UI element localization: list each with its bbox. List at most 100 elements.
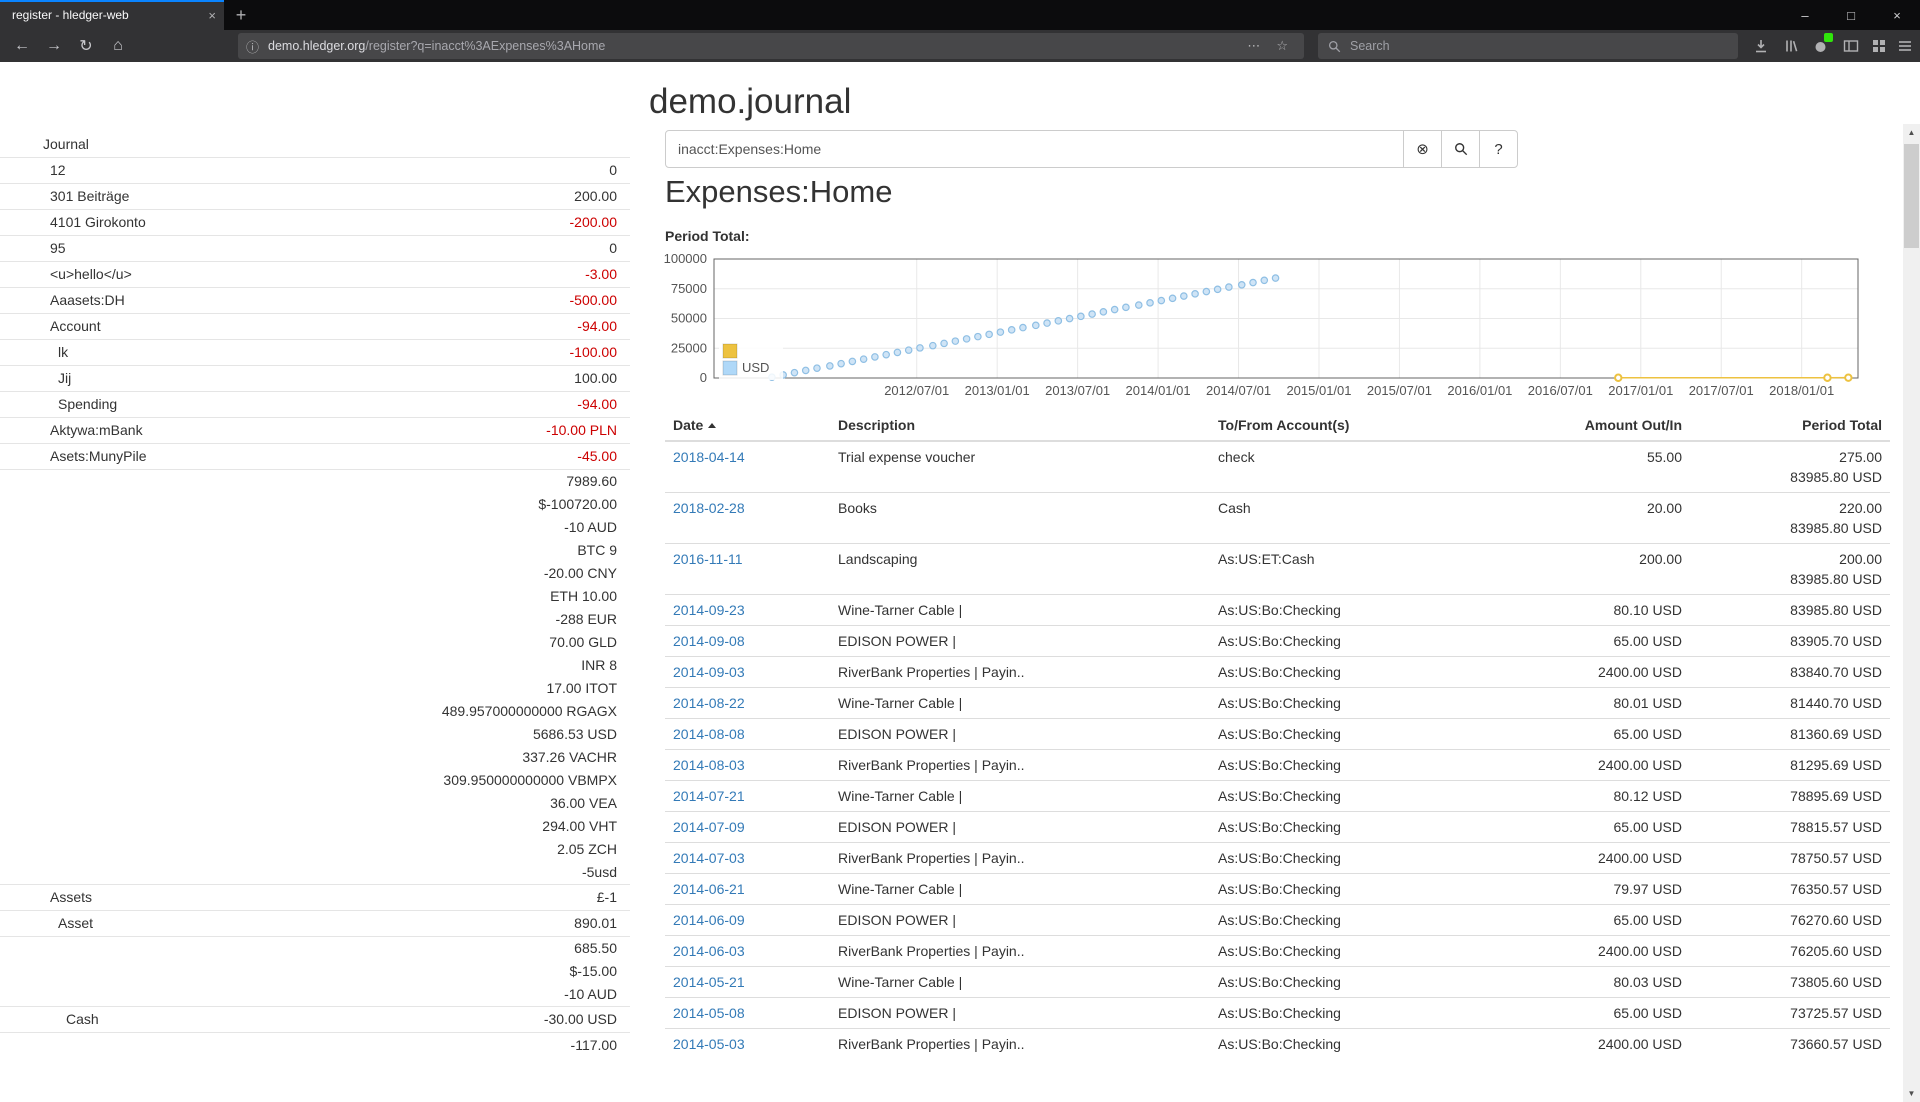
sidebar-account-link[interactable]: <u>hello</u>	[0, 262, 132, 287]
sidebar-row: Asets:MunyPile-45.00	[0, 443, 630, 469]
scrollbar-thumb[interactable]	[1904, 144, 1919, 248]
home-button[interactable]: ⌂	[104, 33, 132, 59]
y-axis-tick-label: 25000	[671, 340, 707, 355]
sidebar-row: 120	[0, 157, 630, 183]
sidebar-account-link[interactable]: 301 Beiträge	[0, 184, 129, 209]
query-input[interactable]	[665, 130, 1404, 168]
browser-search-field[interactable]: Search	[1318, 33, 1738, 59]
transaction-date-link[interactable]: 2014-09-23	[673, 602, 745, 618]
sidebar-balance: 685.50$-15.00-10 AUD	[58, 937, 630, 1006]
transaction-date-link[interactable]: 2014-05-08	[673, 1005, 745, 1021]
page-actions-icon[interactable]: ⋯	[1239, 38, 1268, 54]
column-header-period-total: Period Total	[1690, 410, 1890, 441]
transaction-date-link[interactable]: 2014-07-09	[673, 819, 745, 835]
forward-button[interactable]: →	[40, 33, 68, 59]
amount-cell: 65.00 USD	[1520, 812, 1690, 843]
description-cell: RiverBank Properties | Payin..	[830, 657, 1210, 688]
sidebar-balance: -500.00	[125, 288, 630, 313]
sidebar-balance: 0	[66, 158, 630, 183]
library-icon[interactable]	[1778, 33, 1804, 59]
bookmark-star-icon[interactable]: ☆	[1268, 38, 1296, 54]
sidebar-toggle-icon[interactable]	[1838, 33, 1864, 59]
sidebar-account-link[interactable]: 95	[0, 236, 66, 261]
date-cell: 2014-08-08	[665, 719, 830, 750]
grid-apps-icon[interactable]	[1866, 33, 1892, 59]
extension-icon[interactable]	[1808, 33, 1834, 59]
search-form: ⊗ ?	[665, 130, 1518, 168]
transaction-date-link[interactable]: 2014-06-09	[673, 912, 745, 928]
back-button[interactable]: ←	[8, 33, 36, 59]
chart-data-point	[827, 363, 833, 369]
scrollbar-down-icon[interactable]: ▼	[1903, 1085, 1920, 1102]
sidebar-account-link[interactable]: Asets:MunyPile	[0, 444, 146, 469]
minimize-button[interactable]: –	[1782, 0, 1828, 30]
amount-cell: 79.97 USD	[1520, 874, 1690, 905]
sidebar-account-link[interactable]: lk	[0, 340, 68, 365]
legend-swatch	[723, 361, 737, 375]
scrollbar-up-icon[interactable]: ▲	[1903, 124, 1920, 141]
tofrom-account-cell: As:US:Bo:Checking	[1210, 688, 1520, 719]
sort-by-date-link[interactable]: Date	[673, 417, 703, 433]
date-cell: 2014-09-03	[665, 657, 830, 688]
transaction-date-link[interactable]: 2014-08-22	[673, 695, 745, 711]
sidebar-row: 4101 Girokonto-200.00	[0, 209, 630, 235]
url-bar[interactable]: ⓘ demo.hledger.org/register?q=inacct%3AE…	[238, 33, 1304, 59]
sidebar-account-link[interactable]: 4101 Girokonto	[0, 210, 146, 235]
sidebar-account-link[interactable]: Assets	[0, 885, 92, 910]
sidebar-account-link[interactable]: Cash	[0, 1007, 99, 1032]
register-row: 2018-04-14Trial expense vouchercheck55.0…	[665, 441, 1890, 493]
column-header-date[interactable]: Date	[665, 410, 830, 441]
reload-button[interactable]: ↻	[72, 33, 100, 59]
tab-close-icon[interactable]: ×	[202, 8, 216, 23]
download-icon[interactable]	[1748, 33, 1774, 59]
tofrom-account-cell: As:US:Bo:Checking	[1210, 750, 1520, 781]
transaction-date-link[interactable]: 2016-11-11	[673, 551, 743, 567]
transaction-date-link[interactable]: 2018-04-14	[673, 449, 745, 465]
sidebar-balance: -200.00	[146, 210, 630, 235]
sidebar-account-link[interactable]: Spending	[0, 392, 117, 417]
tofrom-account-cell: As:US:Bo:Checking	[1210, 843, 1520, 874]
transaction-date-link[interactable]: 2014-06-21	[673, 881, 745, 897]
close-button[interactable]: ×	[1874, 0, 1920, 30]
date-cell: 2014-07-21	[665, 781, 830, 812]
new-tab-button[interactable]: +	[224, 0, 258, 30]
period-total-cell: 78895.69 USD	[1690, 781, 1890, 812]
x-axis-tick-label: 2015/01/01	[1286, 383, 1351, 398]
sidebar-account-link[interactable]: Account	[0, 314, 101, 339]
search-button[interactable]	[1441, 130, 1480, 168]
date-cell: 2014-06-09	[665, 905, 830, 936]
menu-hamburger-icon[interactable]	[1892, 33, 1918, 59]
period-total-label: Period Total:	[665, 228, 750, 244]
transaction-date-link[interactable]: 2014-06-03	[673, 943, 745, 959]
tofrom-account-cell: check	[1210, 441, 1520, 493]
transaction-date-link[interactable]: 2014-08-03	[673, 757, 745, 773]
clear-query-button[interactable]: ⊗	[1403, 130, 1442, 168]
x-axis-tick-label: 2013/07/01	[1045, 383, 1110, 398]
sidebar-account-link[interactable]: Aktywa:mBank	[0, 418, 143, 443]
transaction-date-link[interactable]: 2014-07-21	[673, 788, 745, 804]
search-placeholder: Search	[1350, 39, 1390, 53]
site-info-icon[interactable]: ⓘ	[246, 37, 259, 56]
sidebar-account-link[interactable]: Asset	[0, 911, 93, 936]
browser-tab[interactable]: register - hledger-web ×	[0, 0, 224, 30]
transaction-date-link[interactable]: 2014-05-03	[673, 1036, 745, 1052]
transaction-date-link[interactable]: 2018-02-28	[673, 500, 745, 516]
date-cell: 2014-05-08	[665, 998, 830, 1029]
transaction-date-link[interactable]: 2014-09-03	[673, 664, 745, 680]
description-cell: Trial expense voucher	[830, 441, 1210, 493]
transaction-date-link[interactable]: 2014-05-21	[673, 974, 745, 990]
maximize-button[interactable]: □	[1828, 0, 1874, 30]
x-axis-tick-label: 2017/01/01	[1608, 383, 1673, 398]
transaction-date-link[interactable]: 2014-07-03	[673, 850, 745, 866]
sidebar-account-link[interactable]: Aaasets:DH	[0, 288, 125, 313]
help-button[interactable]: ?	[1479, 130, 1518, 168]
sidebar-account-link[interactable]: 12	[0, 158, 66, 183]
description-cell: EDISON POWER |	[830, 905, 1210, 936]
sidebar-account-link[interactable]: Jij	[0, 366, 71, 391]
page-scrollbar[interactable]: ▲ ▼	[1903, 124, 1920, 1102]
legend-label: USD	[742, 360, 769, 375]
sidebar-journal-link[interactable]: Journal	[0, 132, 89, 157]
transaction-date-link[interactable]: 2014-08-08	[673, 726, 745, 742]
clear-icon: ⊗	[1416, 140, 1429, 158]
transaction-date-link[interactable]: 2014-09-08	[673, 633, 745, 649]
